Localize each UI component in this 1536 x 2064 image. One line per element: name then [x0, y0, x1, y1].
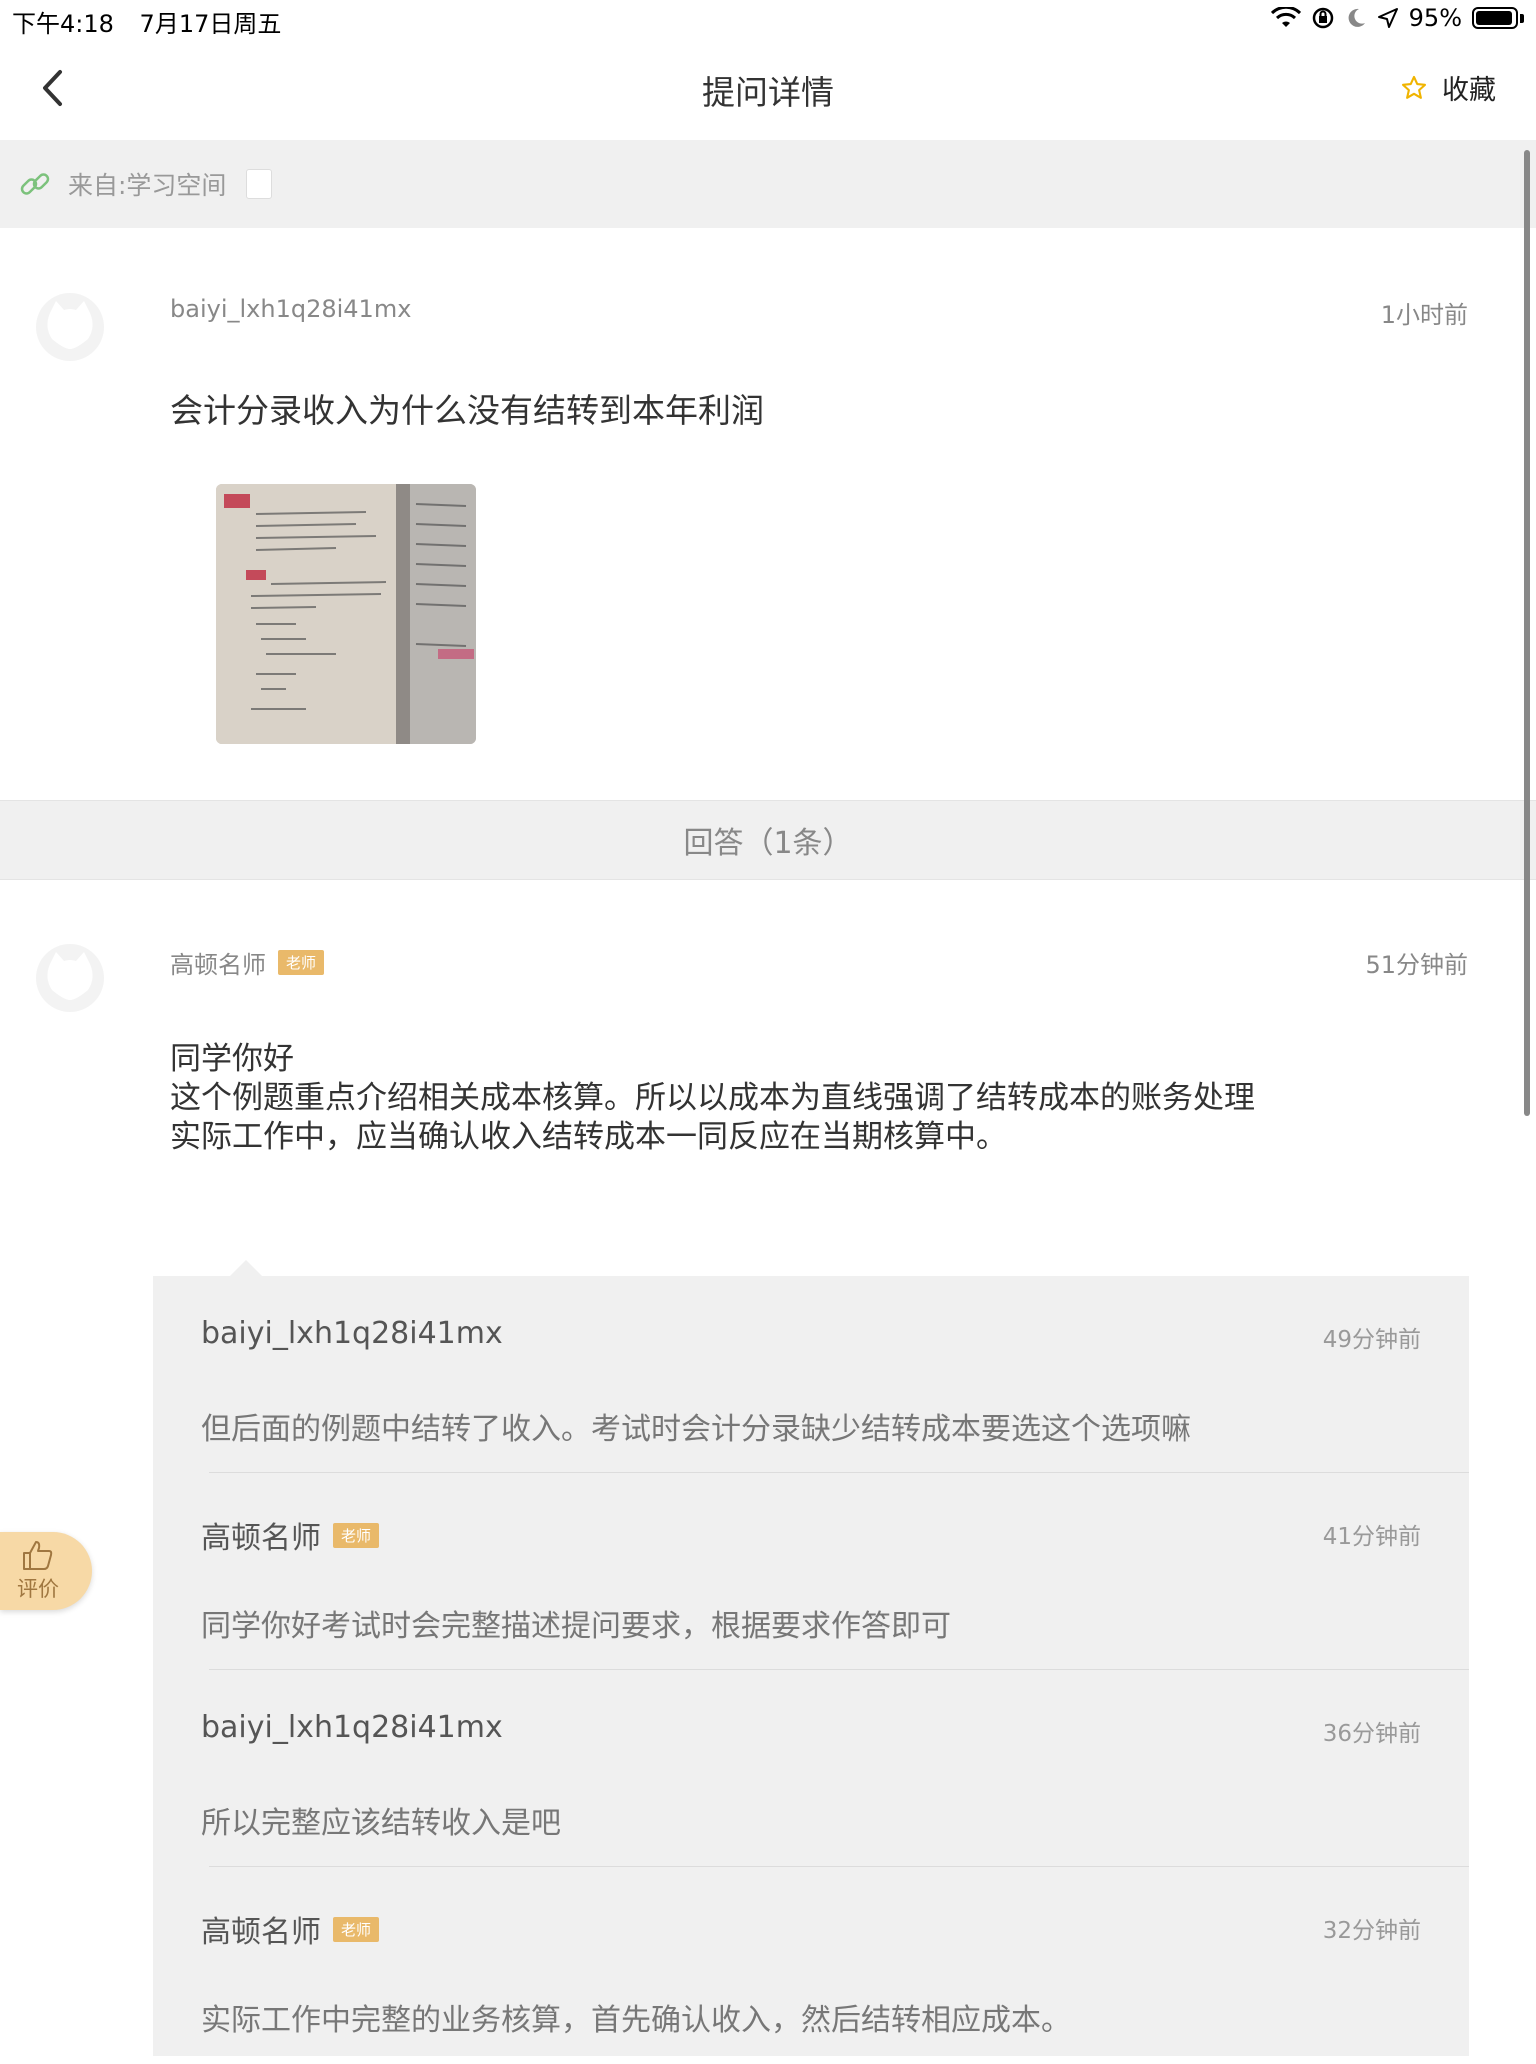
rotation-lock-icon — [1312, 7, 1333, 29]
reply-username: 高顿名师 — [201, 1915, 321, 1950]
moon-icon — [1348, 8, 1365, 27]
reply-item: baiyi_lxh1q28i41mx 36分钟前 所以完整应该结转收入是吧 — [153, 1670, 1469, 1867]
reply-time: 41分钟前 — [1322, 1524, 1421, 1550]
avatar[interactable] — [36, 944, 104, 1012]
thread-pointer — [230, 1260, 262, 1276]
question-username[interactable]: baiyi_lxh1q28i41mx — [170, 295, 411, 323]
page-title: 提问详情 — [702, 73, 834, 112]
battery-icon — [1472, 7, 1518, 29]
reply-author[interactable]: 高顿名师 老师 — [201, 1513, 380, 1557]
question-text: 会计分录收入为什么没有结转到本年利润 — [170, 391, 764, 430]
reply-time: 36分钟前 — [1322, 1721, 1421, 1747]
scrollbar[interactable] — [1524, 150, 1530, 1116]
answer-line: 这个例题重点介绍相关成本核算。所以以成本为直线强调了结转成本的账务处理 — [170, 1080, 1255, 1116]
reply-time: 49分钟前 — [1322, 1327, 1421, 1353]
star-outline-icon — [1401, 75, 1427, 99]
answer-time: 51分钟前 — [1365, 951, 1468, 979]
teacher-badge: 老师 — [278, 950, 325, 975]
reply-author[interactable]: baiyi_lxh1q28i41mx — [201, 1316, 503, 1351]
rate-label: 评价 — [17, 1577, 59, 1601]
battery-tip — [1520, 13, 1524, 23]
link-icon — [20, 173, 50, 195]
reply-text: 实际工作中完整的业务核算，首先确认收入，然后结转相应成本。 — [201, 2003, 1071, 2038]
cat-avatar-icon — [47, 301, 93, 349]
source-bar[interactable]: 来自:学习空间 — [0, 140, 1536, 228]
reply-text: 同学你好考试时会完整描述提问要求，根据要求作答即可 — [201, 1609, 951, 1644]
cat-avatar-icon — [47, 952, 93, 1000]
textbook-photo — [216, 484, 476, 744]
answer-text: 同学你好 这个例题重点介绍相关成本核算。所以以成本为直线强调了结转成本的账务处理… — [170, 1040, 1420, 1157]
reply-text: 但后面的例题中结转了收入。考试时会计分录缺少结转成本要选这个选项嘛 — [201, 1412, 1191, 1447]
battery-percentage: 95% — [1408, 4, 1462, 32]
nav-bar: 提问详情 收藏 — [0, 40, 1536, 140]
rate-button[interactable]: 评价 — [0, 1532, 92, 1610]
reply-time: 32分钟前 — [1322, 1918, 1421, 1944]
reply-text: 所以完整应该结转收入是吧 — [201, 1806, 561, 1841]
answer-username: 高顿名师 — [170, 951, 266, 979]
reply-author[interactable]: 高顿名师 老师 — [201, 1907, 380, 1951]
teacher-badge: 老师 — [333, 1522, 380, 1548]
avatar[interactable] — [36, 293, 104, 361]
reply-item: baiyi_lxh1q28i41mx 49分钟前 但后面的例题中结转了收入。考试… — [153, 1276, 1469, 1473]
answer-line: 实际工作中，应当确认收入结转成本一同反应在当期核算中。 — [170, 1119, 1007, 1155]
document-icon — [246, 169, 273, 199]
source-label: 来自:学习空间 — [68, 171, 227, 200]
reply-thread: baiyi_lxh1q28i41mx 49分钟前 但后面的例题中结转了收入。考试… — [153, 1276, 1469, 2056]
reply-item: 高顿名师 老师 41分钟前 同学你好考试时会完整描述提问要求，根据要求作答即可 — [153, 1473, 1469, 1670]
battery-fill — [1476, 11, 1513, 25]
status-bar: 下午4:18 7月17日周五 95% — [0, 0, 1536, 40]
wifi-icon — [1270, 7, 1301, 27]
favorite-label: 收藏 — [1442, 75, 1496, 106]
status-right: 95% — [1270, 4, 1524, 32]
location-arrow-icon — [1377, 8, 1398, 28]
reply-author[interactable]: baiyi_lxh1q28i41mx — [201, 1710, 503, 1745]
reply-username: 高顿名师 — [201, 1521, 321, 1556]
teacher-badge: 老师 — [333, 1916, 380, 1942]
answers-header: 回答（1条） — [0, 800, 1536, 880]
answer-line: 同学你好 — [170, 1041, 294, 1077]
status-date: 7月17日周五 — [139, 10, 282, 38]
reply-item: 高顿名师 老师 32分钟前 实际工作中完整的业务核算，首先确认收入，然后结转相应… — [153, 1867, 1469, 2064]
question-time: 1小时前 — [1380, 301, 1468, 329]
answer-author[interactable]: 高顿名师 老师 — [170, 945, 325, 980]
question-image[interactable] — [216, 484, 476, 744]
reply-username: baiyi_lxh1q28i41mx — [201, 1316, 503, 1351]
favorite-button[interactable]: 收藏 — [1400, 68, 1496, 107]
reply-username: baiyi_lxh1q28i41mx — [201, 1710, 503, 1745]
status-time: 下午4:18 — [12, 10, 114, 38]
thumbs-up-icon — [23, 1541, 53, 1570]
status-left: 下午4:18 7月17日周五 — [12, 4, 299, 39]
